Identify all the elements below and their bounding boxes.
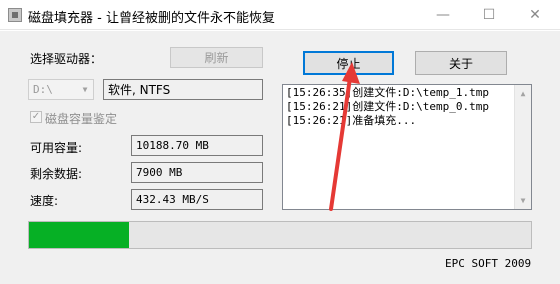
app-icon [8,8,22,22]
close-icon[interactable]: ✕ [512,0,558,30]
maximize-icon[interactable]: ☐ [466,0,512,30]
fill-progress-bar [28,221,532,249]
title-bar: 磁盘填充器 - 让曾经被删的文件永不能恢复 — ☐ ✕ [0,0,560,30]
minimize-icon[interactable]: — [420,0,466,30]
main-panel: 选择驱动器： 刷新 D:\ ▼ 软件, NTFS ✓ 磁盘容量鉴定 可用容量: … [0,31,560,284]
window-title: 磁盘填充器 - 让曾经被删的文件永不能恢复 [28,11,275,26]
footer-copyright: EPC SOFT 2009 [445,257,532,270]
progress-fill [29,222,130,248]
